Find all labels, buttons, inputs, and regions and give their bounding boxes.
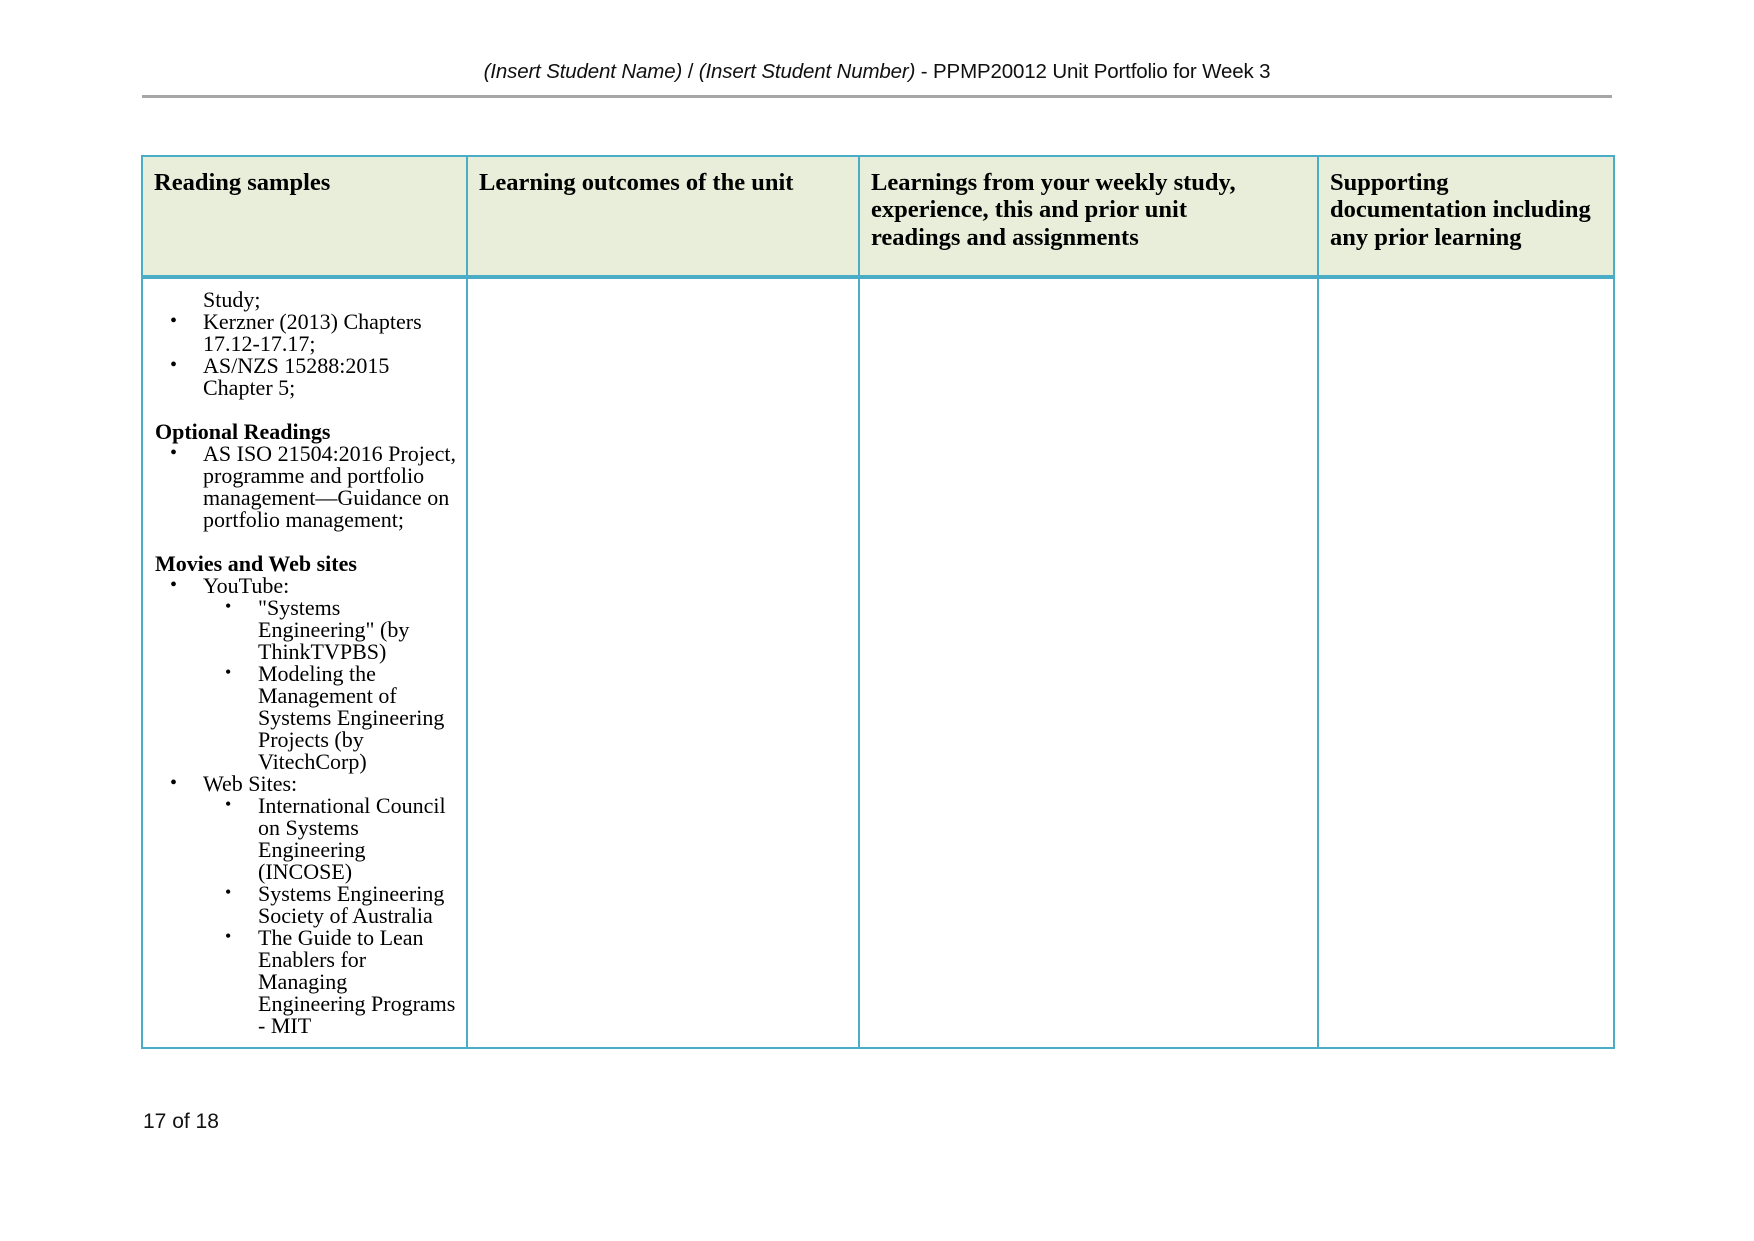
column-header-learnings-line-2: experience, this and prior unit: [871, 196, 1188, 224]
table-header-row-group: Reading samples Learning outcomes of the…: [141, 155, 1615, 279]
bullet-icon: •: [170, 574, 178, 596]
bullet-icon: •: [225, 882, 232, 902]
column-header-learning-outcomes-label: Learning outcomes of the unit: [479, 169, 794, 196]
bullet-icon: •: [225, 596, 232, 616]
header-divider-rule: [142, 95, 1612, 98]
page-header-text: (Insert Student Name) / (Insert Student …: [484, 60, 1271, 84]
list-item-label: Modeling the Management of Systems Engin…: [258, 661, 445, 774]
learning-outcomes-content: [468, 279, 858, 297]
column-header-reading-samples: Reading samples: [141, 155, 468, 279]
list-item: • International Council on Systems Engin…: [203, 795, 456, 883]
list-item-label: Kerzner (2013) Chapters 17.12-17.17;: [203, 309, 422, 356]
optional-readings-heading: Optional Readings: [155, 419, 331, 444]
cell-learnings-from-study[interactable]: [858, 276, 1319, 1049]
youtube-sublist: • "Systems Engineering" (by ThinkTVPBS) …: [203, 597, 456, 773]
websites-sublist: • International Council on Systems Engin…: [203, 795, 456, 1037]
list-item-label: Systems Engineering Society of Australia: [258, 881, 445, 928]
list-item-label: "Systems Engineering" (by ThinkTVPBS): [258, 595, 410, 664]
header-suffix: - PPMP20012 Unit Portfolio for Week 3: [915, 60, 1271, 83]
movies-websites-list: • YouTube: • "Systems Engineering" (by T…: [153, 575, 456, 1037]
column-header-reading-samples-label: Reading samples: [154, 169, 331, 196]
list-item-websites-group: • Web Sites: • International Council on …: [153, 773, 456, 1037]
cell-learning-outcomes[interactable]: [466, 276, 860, 1049]
column-header-supporting-line-1: Supporting: [1330, 169, 1449, 196]
bullet-icon: •: [225, 662, 232, 682]
list-item: • "Systems Engineering" (by ThinkTVPBS): [203, 597, 456, 663]
supporting-documentation-content: [1319, 279, 1613, 297]
column-header-learnings-line-1: Learnings from your weekly study,: [871, 169, 1236, 196]
movies-websites-heading: Movies and Web sites: [155, 551, 357, 576]
required-readings-list: • Kerzner (2013) Chapters 17.12-17.17; •…: [153, 311, 456, 399]
column-header-learnings-line-3: readings and assignments: [871, 223, 1139, 251]
student-number-placeholder: (Insert Student Number): [698, 60, 916, 83]
list-item: • Systems Engineering Society of Austral…: [203, 883, 456, 927]
header-separator: /: [682, 60, 699, 83]
cell-reading-samples[interactable]: Study; • Kerzner (2013) Chapters 17.12-1…: [141, 276, 468, 1049]
bullet-icon: •: [170, 354, 178, 376]
cell-supporting-documentation[interactable]: [1317, 276, 1615, 1049]
column-header-supporting-line-2: documentation including: [1330, 196, 1591, 224]
list-item-label: Web Sites:: [203, 771, 298, 796]
list-item: • Modeling the Management of Systems Eng…: [203, 663, 456, 773]
optional-readings-list: • AS ISO 21504:2016 Project, programme a…: [153, 443, 456, 531]
list-item-youtube-group: • YouTube: • "Systems Engineering" (by T…: [153, 575, 456, 773]
table-row: Study; • Kerzner (2013) Chapters 17.12-1…: [141, 276, 1615, 1049]
bullet-icon: •: [170, 442, 178, 464]
column-header-learning-outcomes: Learning outcomes of the unit: [466, 155, 860, 279]
list-item: • The Guide to Lean Enablers for Managin…: [203, 927, 456, 1037]
portfolio-table: Reading samples Learning outcomes of the…: [141, 155, 1615, 1049]
list-item: • AS ISO 21504:2016 Project, programme a…: [153, 443, 456, 531]
continued-reading-line: Study;: [203, 287, 261, 312]
list-item: • AS/NZS 15288:2015 Chapter 5;: [153, 355, 456, 399]
bullet-icon: •: [170, 310, 178, 332]
column-header-supporting-line-3: any prior learning: [1330, 223, 1522, 251]
table-header-row: Reading samples Learning outcomes of the…: [141, 155, 1615, 279]
student-name-placeholder: (Insert Student Name): [483, 60, 683, 83]
column-header-learnings-from-study: Learnings from your weekly study, experi…: [858, 155, 1319, 279]
list-item-label: YouTube:: [203, 573, 290, 598]
bullet-icon: •: [170, 772, 178, 794]
bullet-icon: •: [225, 794, 232, 814]
table-body: Study; • Kerzner (2013) Chapters 17.12-1…: [141, 276, 1615, 1049]
list-item: • Kerzner (2013) Chapters 17.12-17.17;: [153, 311, 456, 355]
page-header: (Insert Student Name) / (Insert Student …: [142, 60, 1612, 84]
bullet-icon: •: [225, 926, 232, 946]
list-item-label: AS/NZS 15288:2015 Chapter 5;: [203, 353, 390, 400]
learnings-from-study-content: [860, 279, 1317, 297]
column-header-supporting-documentation: Supporting documentation including any p…: [1317, 155, 1615, 279]
list-item-label: The Guide to Lean Enablers for Managing …: [258, 925, 456, 1038]
document-page: (Insert Student Name) / (Insert Student …: [0, 0, 1754, 1241]
reading-samples-content: Study; • Kerzner (2013) Chapters 17.12-1…: [143, 279, 466, 1047]
list-item-label: AS ISO 21504:2016 Project, programme and…: [203, 441, 456, 532]
list-item-label: International Council on Systems Enginee…: [258, 793, 446, 884]
page-number-footer: 17 of 18: [143, 1110, 219, 1133]
